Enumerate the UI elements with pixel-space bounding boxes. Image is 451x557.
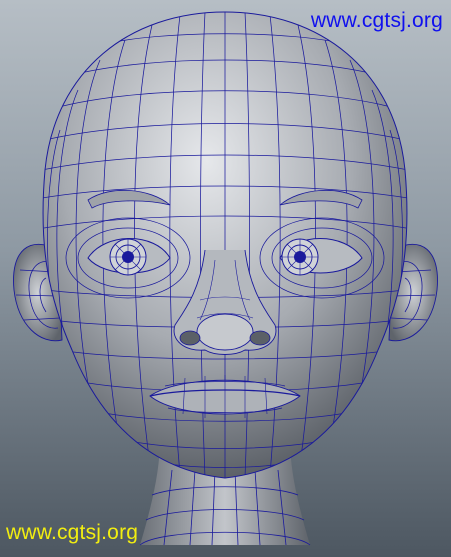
head-mesh [42,11,408,479]
3d-viewport[interactable]: www.cgtsj.org www.cgtsj.org [0,0,451,557]
watermark-bottom-left: www.cgtsj.org [6,521,139,544]
watermark-top-right: www.cgtsj.org [310,9,443,32]
